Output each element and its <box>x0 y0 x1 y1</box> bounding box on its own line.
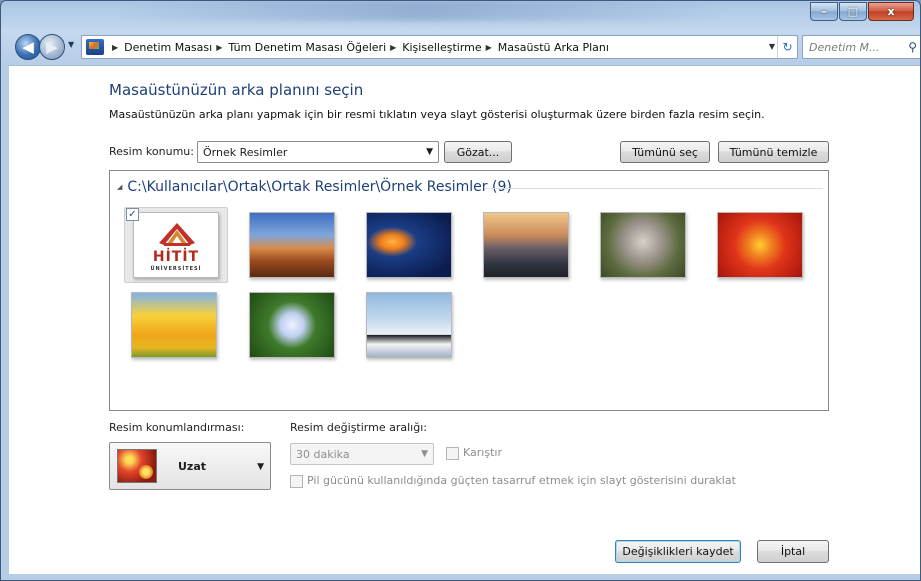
control-panel-window: – □ x ◀ ▶ ▼ ▶ Denetim Masası ▶ Tüm Denet… <box>0 0 921 581</box>
arrow-right-icon: ▶ <box>46 38 58 56</box>
change-interval-select[interactable]: 30 dakika ▼ <box>290 443 434 465</box>
breadcrumb-item-control-panel[interactable]: Denetim Masası <box>124 41 212 54</box>
refresh-button[interactable]: ↻ <box>777 36 797 58</box>
picture-location-label: Resim konumu: <box>109 145 194 158</box>
thumbnail-koala[interactable] <box>600 212 686 278</box>
picture-position-label: Resim konumlandırması: <box>109 421 245 434</box>
chevron-down-icon: ▼ <box>426 147 433 157</box>
thumbnail-jellyfish[interactable] <box>366 212 452 278</box>
address-dropdown-icon[interactable]: ▼ <box>769 42 775 51</box>
picture-location-select[interactable]: Örnek Resimler ▼ <box>197 141 439 163</box>
main-content: Masaüstünüzün arka planını seçin Masaüst… <box>9 65 920 574</box>
clear-all-button[interactable]: Tümünü temizle <box>718 141 829 163</box>
search-icon[interactable]: ⚲ <box>908 40 917 54</box>
breadcrumb: ▶ Denetim Masası ▶ Tüm Denetim Masası Öğ… <box>108 41 609 54</box>
chevron-right-icon: ▶ <box>112 42 119 52</box>
change-interval-label: Resim değiştirme aralığı: <box>290 421 427 434</box>
arrow-left-icon: ◀ <box>22 38 34 56</box>
group-divider <box>485 188 823 189</box>
logo-main-text: HİTİT <box>152 249 200 265</box>
thumbnail-lighthouse[interactable] <box>483 212 569 278</box>
chevron-right-icon: ▶ <box>216 42 223 52</box>
thumbnail-penguins[interactable] <box>366 292 452 358</box>
chevron-down-icon: ▼ <box>257 462 264 472</box>
gallery-group-title: C:\Kullanıcılar\Ortak\Ortak Resimler\Örn… <box>127 179 512 195</box>
thumbnail-tulips[interactable] <box>131 292 217 358</box>
thumbnail-desert[interactable] <box>249 212 335 278</box>
control-panel-icon <box>86 39 104 55</box>
battery-pause-checkbox[interactable] <box>290 475 303 488</box>
chevron-down-icon: ▼ <box>421 449 428 459</box>
selected-checkbox[interactable]: ✓ <box>126 208 139 221</box>
breadcrumb-item-all-items[interactable]: Tüm Denetim Masası Öğeleri <box>228 41 386 54</box>
title-bar-blur <box>121 1 721 21</box>
picture-position-select[interactable]: Uzat ▼ <box>109 442 271 490</box>
address-bar[interactable]: ▶ Denetim Masası ▶ Tüm Denetim Masası Öğ… <box>81 35 798 59</box>
battery-pause-label: Pil gücünü kullanıldığında güçten tasarr… <box>307 474 736 487</box>
search-input[interactable]: Denetim M... ⚲ <box>802 35 920 59</box>
navigation-bar: ◀ ▶ ▼ ▶ Denetim Masası ▶ Tüm Denetim Mas… <box>1 31 920 63</box>
chevron-right-icon: ▶ <box>485 42 492 52</box>
shuffle-label: Karıştır <box>463 446 502 459</box>
refresh-icon: ↻ <box>782 40 793 54</box>
thumbnail-hitit-logo[interactable]: HİTİT ÜNİVERSİTESİ <box>133 212 219 278</box>
breadcrumb-item-desktop-background[interactable]: Masaüstü Arka Planı <box>498 41 609 54</box>
logo-sub-text: ÜNİVERSİTESİ <box>150 266 202 272</box>
maximize-button[interactable]: □ <box>839 2 867 21</box>
page-instructions: Masaüstünüzün arka planı yapmak için bir… <box>109 108 765 121</box>
position-preview-image <box>117 449 157 483</box>
thumbnail-hydrangeas[interactable] <box>249 292 335 358</box>
picture-position-value: Uzat <box>178 460 207 473</box>
window-controls: – □ x <box>810 2 914 21</box>
search-placeholder: Denetim M... <box>809 40 880 54</box>
close-button[interactable]: x <box>868 2 914 21</box>
cancel-button[interactable]: İptal <box>757 540 829 563</box>
change-interval-value: 30 dakika <box>296 447 350 461</box>
chevron-right-icon: ▶ <box>390 42 397 52</box>
page-title: Masaüstünüzün arka planını seçin <box>109 81 364 99</box>
shuffle-checkbox[interactable] <box>446 447 459 460</box>
forward-button[interactable]: ▶ <box>39 34 65 60</box>
gallery-group-header[interactable]: ◢ C:\Kullanıcılar\Ortak\Ortak Resimler\Ö… <box>117 179 512 195</box>
recent-pages-dropdown[interactable]: ▼ <box>68 40 74 49</box>
minimize-button[interactable]: – <box>810 2 838 21</box>
browse-button[interactable]: Gözat... <box>444 141 512 163</box>
collapse-triangle-icon[interactable]: ◢ <box>117 183 122 191</box>
save-changes-button[interactable]: Değişiklikleri kaydet <box>615 540 741 563</box>
thumbnail-chrysanthemum[interactable] <box>717 212 803 278</box>
picture-gallery: ◢ C:\Kullanıcılar\Ortak\Ortak Resimler\Ö… <box>109 170 829 411</box>
back-button[interactable]: ◀ <box>15 34 41 60</box>
breadcrumb-item-personalization[interactable]: Kişiselleştirme <box>402 41 481 54</box>
picture-location-value: Örnek Resimler <box>203 145 288 159</box>
select-all-button[interactable]: Tümünü seç <box>620 141 710 163</box>
